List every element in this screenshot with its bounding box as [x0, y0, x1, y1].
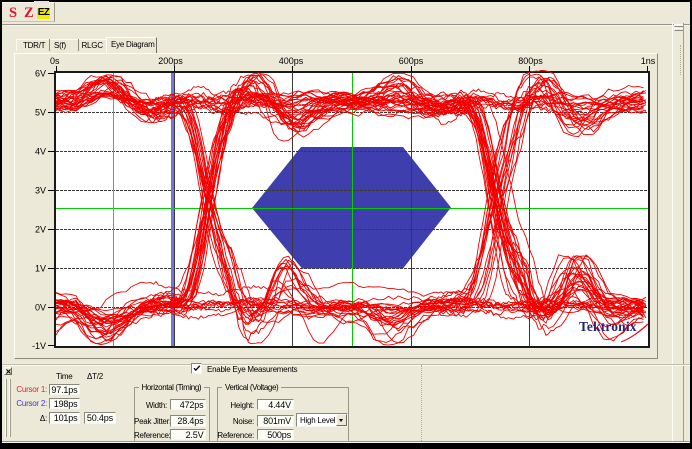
svg-text:3V: 3V: [35, 186, 46, 196]
svg-text:-1V: -1V: [32, 341, 46, 351]
svg-text:0s: 0s: [50, 56, 60, 66]
svg-text:5V: 5V: [35, 108, 46, 118]
svg-text:Tektronix: Tektronix: [579, 319, 637, 334]
svg-text:6V: 6V: [35, 69, 46, 79]
svg-text:0V: 0V: [35, 303, 46, 313]
svg-text:400ps: 400ps: [279, 56, 304, 66]
svg-text:4V: 4V: [35, 147, 46, 157]
svg-text:800ps: 800ps: [518, 56, 543, 66]
svg-text:2V: 2V: [35, 225, 46, 235]
svg-text:1ns: 1ns: [641, 56, 656, 66]
svg-text:1V: 1V: [35, 264, 46, 274]
svg-text:600ps: 600ps: [399, 56, 424, 66]
svg-text:200ps: 200ps: [158, 56, 183, 66]
